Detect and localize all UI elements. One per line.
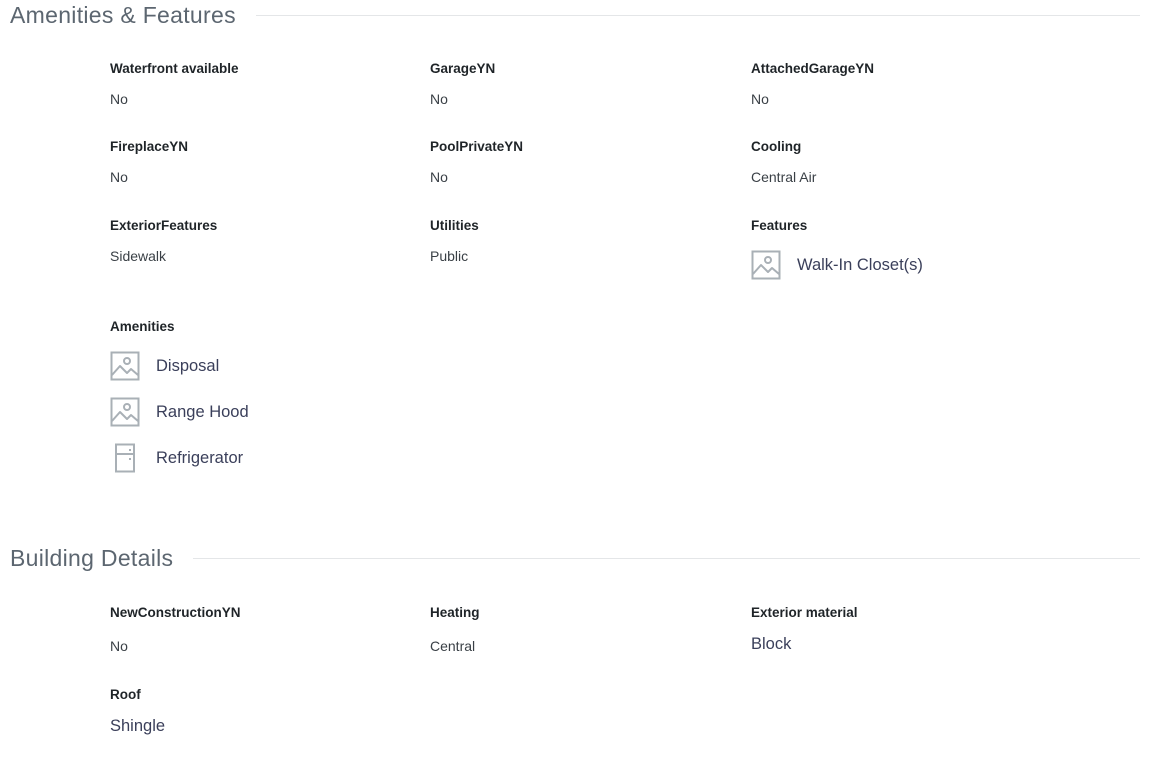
image-placeholder-icon xyxy=(110,351,140,381)
field-label: AttachedGarageYN xyxy=(751,61,875,76)
field-pool-private: PoolPrivateYN No xyxy=(430,138,730,186)
image-placeholder-icon xyxy=(751,250,781,280)
field-label: PoolPrivateYN xyxy=(430,139,524,154)
field-label: Cooling xyxy=(751,139,802,154)
field-amenities: Amenities Disposal Range Hood Refrigerat… xyxy=(110,318,410,473)
field-label: ExteriorFeatures xyxy=(110,218,218,233)
section-divider xyxy=(255,15,1140,16)
field-value: No xyxy=(430,169,448,185)
field-value: Public xyxy=(430,248,469,264)
field-attached-garage: AttachedGarageYN No xyxy=(751,60,1051,108)
field-label: NewConstructionYN xyxy=(110,605,241,620)
field-label: Amenities xyxy=(110,319,175,334)
building-section-header: Building Details xyxy=(10,545,1140,572)
building-section-title: Building Details xyxy=(10,545,174,571)
field-value: No xyxy=(110,638,128,654)
refrigerator-icon xyxy=(110,443,140,473)
field-label: GarageYN xyxy=(430,61,496,76)
field-label: Utilities xyxy=(430,218,479,233)
field-roof: Roof Shingle xyxy=(110,686,410,735)
amenities-section-title: Amenities & Features xyxy=(10,2,236,28)
field-label: Waterfront available xyxy=(110,61,239,76)
field-value: Central Air xyxy=(751,169,817,185)
field-waterfront: Waterfront available No xyxy=(110,60,410,108)
field-value: No xyxy=(110,91,128,107)
field-label: Heating xyxy=(430,605,480,620)
feature-item-label: Walk-In Closet(s) xyxy=(797,255,923,274)
amenity-item-disposal: Disposal xyxy=(110,351,410,381)
field-value: No xyxy=(751,91,769,107)
field-utilities: Utilities Public xyxy=(430,217,730,265)
amenity-item-label: Range Hood xyxy=(156,402,249,421)
field-exterior-features: ExteriorFeatures Sidewalk xyxy=(110,217,410,265)
property-details-page: Amenities & Features Waterfront availabl… xyxy=(0,0,1150,775)
field-value: Block xyxy=(751,635,792,653)
field-new-construction: NewConstructionYN No xyxy=(110,604,410,655)
field-heating: Heating Central xyxy=(430,604,730,655)
image-placeholder-icon xyxy=(110,397,140,427)
field-cooling: Cooling Central Air xyxy=(751,138,1051,186)
field-fireplace: FireplaceYN No xyxy=(110,138,410,186)
field-value: No xyxy=(110,169,128,185)
field-label: Features xyxy=(751,218,808,233)
feature-item-walk-in-closet: Walk-In Closet(s) xyxy=(751,250,1051,280)
amenities-section-header: Amenities & Features xyxy=(10,2,1140,29)
amenity-item-label: Refrigerator xyxy=(156,448,244,467)
field-value: Shingle xyxy=(110,717,166,735)
amenity-item-label: Disposal xyxy=(156,356,220,375)
field-features: Features Walk-In Closet(s) xyxy=(751,217,1051,280)
field-label: Roof xyxy=(110,687,141,702)
field-label: FireplaceYN xyxy=(110,139,189,154)
field-exterior-material: Exterior material Block xyxy=(751,604,1051,653)
field-garage: GarageYN No xyxy=(430,60,730,108)
field-value: No xyxy=(430,91,448,107)
field-value: Sidewalk xyxy=(110,248,167,264)
section-divider xyxy=(193,558,1140,559)
amenity-item-range-hood: Range Hood xyxy=(110,397,410,427)
field-label: Exterior material xyxy=(751,605,858,620)
field-value: Central xyxy=(430,638,476,654)
amenity-item-refrigerator: Refrigerator xyxy=(110,443,410,473)
